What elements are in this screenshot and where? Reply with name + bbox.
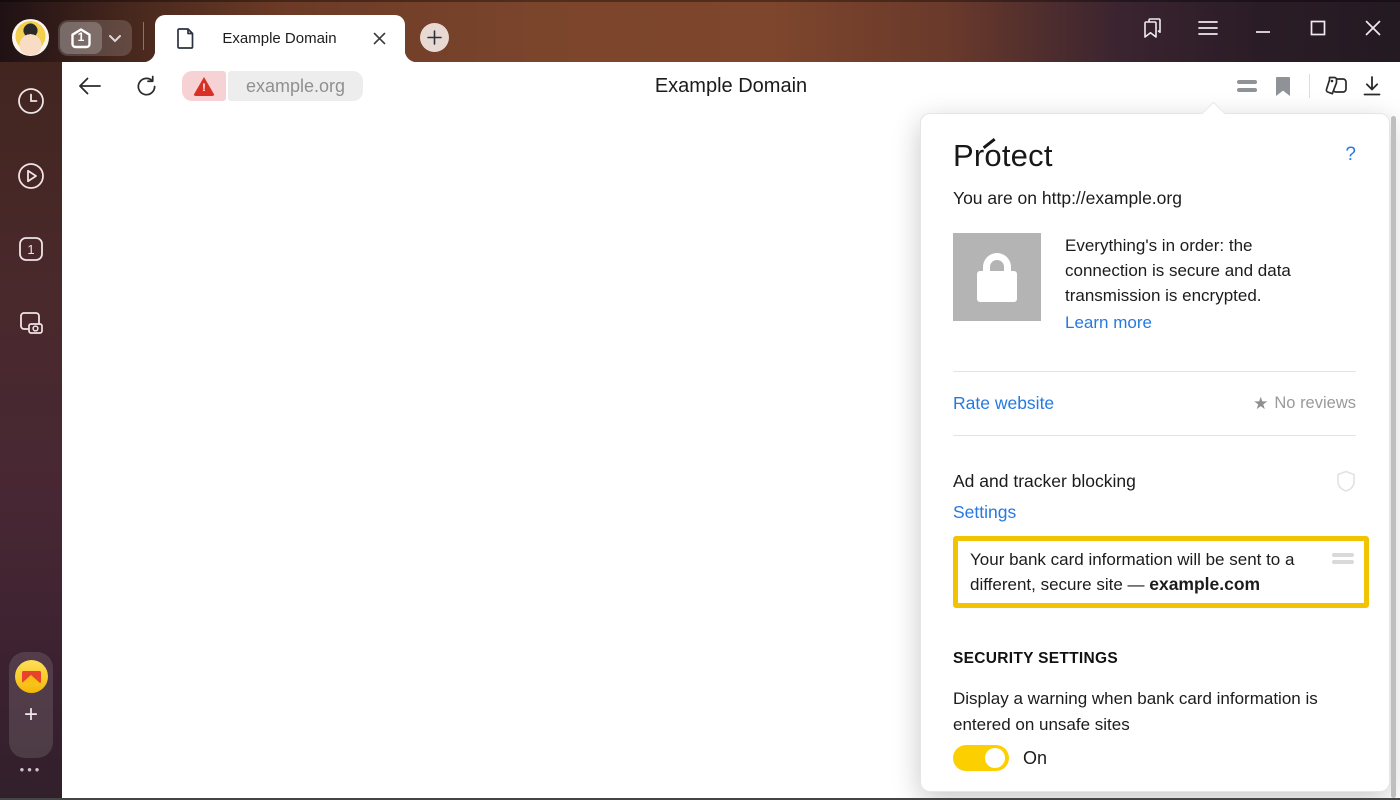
bookmark-icon[interactable] — [1265, 68, 1301, 104]
divider — [953, 435, 1356, 436]
ad-blocking-row: Ad and tracker blocking — [953, 470, 1356, 492]
tab-flare-left — [143, 50, 155, 62]
learn-more-link[interactable]: Learn more — [1065, 313, 1152, 333]
help-link[interactable]: ? — [1345, 144, 1356, 166]
titlebar: 1 Example Domain — [0, 0, 1400, 62]
panel-scrollbar[interactable] — [1391, 116, 1396, 798]
tab-counter-number: 1 — [27, 242, 34, 257]
tab-title: Example Domain — [194, 30, 369, 47]
secure-lock-icon — [953, 233, 1041, 321]
app-dock: + — [9, 652, 53, 758]
history-icon[interactable] — [0, 86, 62, 116]
protect-title: Protect — [953, 138, 1053, 174]
menu-icon[interactable] — [1180, 4, 1235, 52]
back-icon[interactable] — [72, 68, 108, 104]
address-text: example.org — [246, 76, 345, 97]
toolbar-right — [1229, 62, 1390, 110]
ad-blocking-settings-link[interactable]: Settings — [953, 502, 1016, 523]
add-app-icon[interactable]: + — [24, 703, 38, 727]
minimize-button[interactable] — [1235, 4, 1290, 52]
sidebar-more-icon[interactable]: ••• — [0, 762, 62, 777]
notice-menu-icon — [1332, 553, 1354, 564]
bankcard-domain: example.com — [1149, 574, 1260, 594]
tab-group-count: 1 — [69, 30, 93, 44]
no-reviews-label: No reviews — [1274, 394, 1356, 413]
ad-blocking-label: Ad and tracker blocking — [953, 471, 1136, 492]
toggle-state-label: On — [1023, 748, 1047, 769]
rate-website-row: Rate website ★ No reviews — [953, 372, 1356, 435]
protect-menu-icon[interactable] — [1229, 68, 1265, 104]
play-media-icon[interactable] — [0, 161, 62, 191]
downloads-icon[interactable] — [1354, 68, 1390, 104]
security-settings-header: SECURITY SETTINGS — [953, 650, 1356, 668]
side-panels-icon[interactable] — [1125, 4, 1180, 52]
toolbar-separator — [1309, 74, 1310, 98]
tab-flare-right — [405, 50, 417, 62]
tab-close-icon[interactable] — [369, 29, 389, 49]
browser-window: 1 Example Domain — [0, 0, 1400, 800]
tab-counter-icon[interactable]: 1 — [0, 234, 62, 264]
mail-app-icon[interactable] — [15, 660, 48, 693]
bankcard-notice-box[interactable]: Your bank card information will be sent … — [953, 536, 1369, 608]
screenshot-icon[interactable] — [0, 307, 62, 339]
warning-triangle-icon: ! — [193, 77, 215, 96]
sidebar: 1 + ••• — [0, 62, 62, 800]
warning-toggle[interactable] — [953, 745, 1009, 771]
reload-icon[interactable] — [128, 68, 164, 104]
star-icon: ★ — [1253, 394, 1268, 414]
window-controls — [1125, 0, 1400, 55]
bankcard-notice-text: Your bank card information will be sent … — [970, 547, 1324, 597]
connection-status-row: Everything's in order: the connection is… — [953, 233, 1356, 333]
tab-group-badge[interactable]: 1 — [60, 22, 102, 54]
reviews-status: ★ No reviews — [1253, 394, 1356, 414]
maximize-button[interactable] — [1290, 4, 1345, 52]
page-document-icon — [177, 28, 194, 49]
tab-example-domain[interactable]: Example Domain — [155, 15, 405, 62]
new-tab-button[interactable] — [420, 23, 449, 52]
toggle-knob — [985, 748, 1005, 768]
warning-setting-text: Display a warning when bank card informa… — [953, 686, 1356, 738]
shield-icon — [1336, 470, 1356, 492]
address-bar[interactable]: example.org — [228, 71, 363, 101]
tab-group-chevron-icon[interactable] — [102, 34, 128, 43]
tab-group-control[interactable]: 1 — [58, 20, 132, 56]
rate-website-link[interactable]: Rate website — [953, 393, 1054, 414]
protect-panel: Protect ? You are on http://example.org … — [920, 113, 1390, 792]
titlebar-separator — [143, 22, 144, 50]
site-warning-badge[interactable]: ! — [182, 71, 226, 101]
current-site-text: You are on http://example.org — [953, 188, 1356, 209]
extensions-icon[interactable] — [1318, 68, 1354, 104]
warning-setting-toggle-row: On — [953, 745, 1356, 771]
connection-status-text: Everything's in order: the connection is… — [1065, 233, 1325, 308]
toolbar: ! example.org Example Domain — [62, 62, 1400, 110]
profile-avatar[interactable] — [12, 19, 49, 56]
tab-group-shield-icon: 1 — [69, 26, 93, 50]
close-window-button[interactable] — [1345, 4, 1400, 52]
